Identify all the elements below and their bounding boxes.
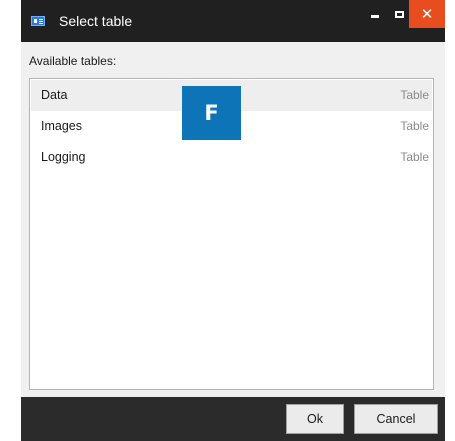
callout-badge: F: [182, 86, 241, 140]
available-tables-label: Available tables:: [29, 54, 117, 68]
minimize-icon: [371, 14, 379, 18]
table-name: Data: [41, 88, 68, 102]
ok-button[interactable]: Ok: [286, 404, 344, 434]
dialog-footer: Ok Cancel: [21, 397, 445, 441]
maximize-icon: [394, 10, 404, 18]
table-name: Logging: [41, 150, 86, 164]
window-title: Select table: [59, 13, 133, 29]
table-name: Images: [41, 119, 82, 133]
close-button[interactable]: ✕: [409, 0, 445, 28]
list-item[interactable]: Logging Table: [31, 142, 432, 173]
table-type: Table: [400, 88, 429, 102]
table-window-icon: [31, 16, 45, 26]
table-type: Table: [400, 119, 429, 133]
cancel-button[interactable]: Cancel: [354, 404, 438, 434]
title-bar[interactable]: Select table ✕: [21, 0, 445, 42]
select-table-dialog: Select table ✕ Available tables: Data Ta…: [21, 0, 445, 441]
table-type: Table: [400, 150, 429, 164]
close-icon: ✕: [420, 6, 434, 23]
